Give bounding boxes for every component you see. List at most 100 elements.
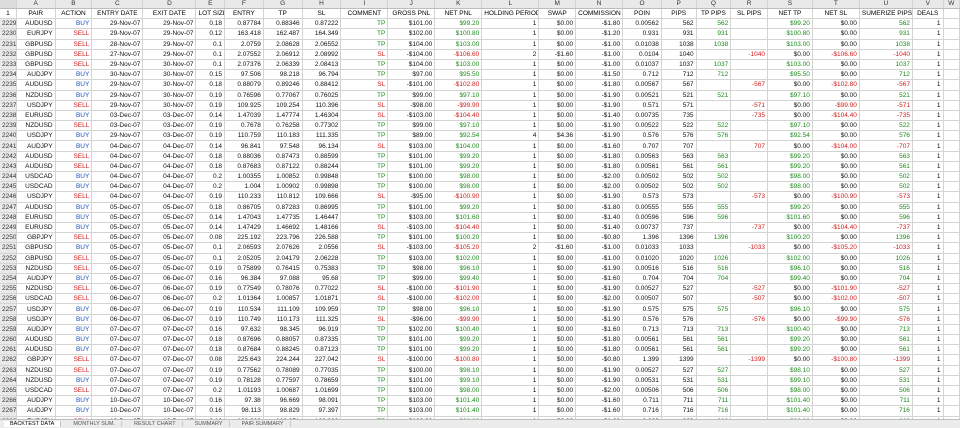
cell[interactable]: $0.00	[812, 181, 860, 193]
column-letter[interactable]: N	[575, 0, 624, 9]
cell[interactable]: 0.76258	[263, 120, 303, 132]
cell[interactable]: $0.00	[812, 253, 860, 264]
cell[interactable]: 0.00527	[622, 365, 662, 376]
cell[interactable]: $98.00	[767, 385, 813, 397]
cell[interactable]: TP	[340, 405, 389, 417]
cell[interactable]: 561	[661, 344, 697, 356]
cell[interactable]: AUDUSD	[16, 79, 56, 91]
cell[interactable]	[730, 303, 768, 315]
cell[interactable]: 226.588	[302, 232, 342, 244]
cell[interactable]: BUY	[55, 18, 93, 30]
cell[interactable]: 2.06912	[263, 49, 303, 60]
cell[interactable]: 03-Dec-07	[91, 110, 144, 122]
cell[interactable]: 05-Dec-07	[142, 202, 197, 213]
cell[interactable]: 06-Dec-07	[142, 303, 197, 315]
cell[interactable]: -$96.00	[387, 314, 436, 325]
cell[interactable]: $0.00	[538, 344, 577, 356]
cell[interactable]	[730, 151, 768, 162]
cell[interactable]	[943, 222, 960, 234]
cell[interactable]: 1	[912, 69, 944, 81]
cell[interactable]	[730, 375, 768, 386]
cell[interactable]: -737	[859, 222, 913, 234]
cell[interactable]: $97.10	[767, 90, 813, 101]
cell[interactable]: BUY	[55, 79, 93, 91]
cell[interactable]: $0.00	[538, 79, 577, 91]
cell[interactable]: SELL	[55, 385, 93, 397]
row-number[interactable]: 2267	[0, 405, 17, 417]
cell[interactable]: $0.00	[812, 232, 860, 244]
row-number[interactable]: 2262	[0, 354, 17, 366]
cell[interactable]: 576	[661, 130, 697, 142]
cell[interactable]: $0.00	[538, 365, 577, 376]
cell[interactable]: $0.00	[767, 293, 813, 305]
cell[interactable]: $104.00	[387, 39, 436, 50]
cell[interactable]: 561	[859, 344, 913, 356]
cell[interactable]: 1	[912, 130, 944, 142]
cell[interactable]	[696, 222, 732, 234]
cell[interactable]: 0.75383	[302, 263, 342, 274]
cell[interactable]	[943, 151, 960, 162]
cell[interactable]: $104.00	[387, 59, 436, 71]
header-cell[interactable]: COMMENT	[340, 8, 389, 20]
cell[interactable]: -$100.80	[812, 354, 860, 366]
cell[interactable]: 06-Dec-07	[142, 273, 197, 285]
cell[interactable]: 0.77597	[263, 375, 303, 386]
cell[interactable]: 0.87335	[302, 334, 342, 346]
cell[interactable]: $99.20	[434, 151, 483, 162]
cell[interactable]: 0.00562	[622, 18, 662, 30]
cell[interactable]: $100.00	[387, 365, 436, 376]
cell[interactable]: 1040	[661, 49, 697, 60]
row-number[interactable]: 2234	[0, 69, 17, 81]
cell[interactable]: $0.00	[812, 39, 860, 50]
cell[interactable]: 0.86705	[224, 202, 264, 213]
cell[interactable]: 0.87684	[224, 344, 264, 356]
cell[interactable]: 0.18	[195, 344, 226, 356]
cell[interactable]: 0.1	[195, 49, 226, 60]
cell[interactable]: 97.38	[224, 395, 264, 407]
cell[interactable]: 575	[696, 303, 732, 315]
cell[interactable]: BUY	[55, 69, 93, 81]
cell[interactable]: 713	[661, 324, 697, 336]
cell[interactable]: BUY	[55, 314, 93, 325]
cell[interactable]: $99.20	[767, 151, 813, 162]
cell[interactable]	[730, 212, 768, 223]
cell[interactable]: $103.00	[387, 212, 436, 223]
cell[interactable]: $0.00	[538, 334, 577, 346]
cell[interactable]: -$1.90	[575, 90, 624, 101]
cell[interactable]: -$100.80	[434, 354, 483, 366]
cell[interactable]: 1	[912, 344, 944, 356]
cell[interactable]: 1	[912, 405, 944, 417]
cell[interactable]: 1	[481, 161, 540, 173]
cell[interactable]: -$100.90	[812, 191, 860, 203]
cell[interactable]	[943, 140, 960, 152]
cell[interactable]: 555	[661, 202, 697, 213]
cell[interactable]: -$1.60	[575, 140, 624, 152]
cell[interactable]: $0.00	[767, 140, 813, 152]
cell[interactable]: 0.18	[195, 202, 226, 213]
cell[interactable]: 0.08	[195, 232, 226, 244]
cell[interactable]: $100.80	[767, 28, 813, 40]
cell[interactable]: $103.00	[434, 59, 483, 71]
cell[interactable]: -$103.00	[387, 222, 436, 234]
header-cell[interactable]: POIN	[622, 8, 662, 20]
cell[interactable]: $101.00	[387, 344, 436, 356]
cell[interactable]: 1	[912, 79, 944, 91]
cell[interactable]: GBPJPY	[16, 354, 56, 366]
cell[interactable]: 0.00561	[622, 344, 662, 356]
cell[interactable]: 0.00567	[622, 79, 662, 91]
cell[interactable]: 0.76025	[302, 90, 342, 101]
cell[interactable]	[943, 365, 960, 376]
cell[interactable]: -$1.50	[575, 69, 624, 81]
cell[interactable]: SELL	[55, 120, 93, 132]
cell[interactable]: SELL	[55, 253, 93, 264]
cell[interactable]: 527	[661, 283, 697, 295]
cell[interactable]: $0.00	[538, 253, 577, 264]
cell[interactable]: 1	[481, 100, 540, 111]
cell[interactable]: 30-Nov-07	[142, 90, 197, 101]
cell[interactable]: $99.10	[767, 375, 813, 386]
cell[interactable]: AUDUSD	[16, 202, 56, 213]
cell[interactable]: $0.00	[538, 18, 577, 30]
cell[interactable]: -1033	[859, 242, 913, 254]
cell[interactable]	[943, 49, 960, 60]
cell[interactable]	[943, 90, 960, 101]
